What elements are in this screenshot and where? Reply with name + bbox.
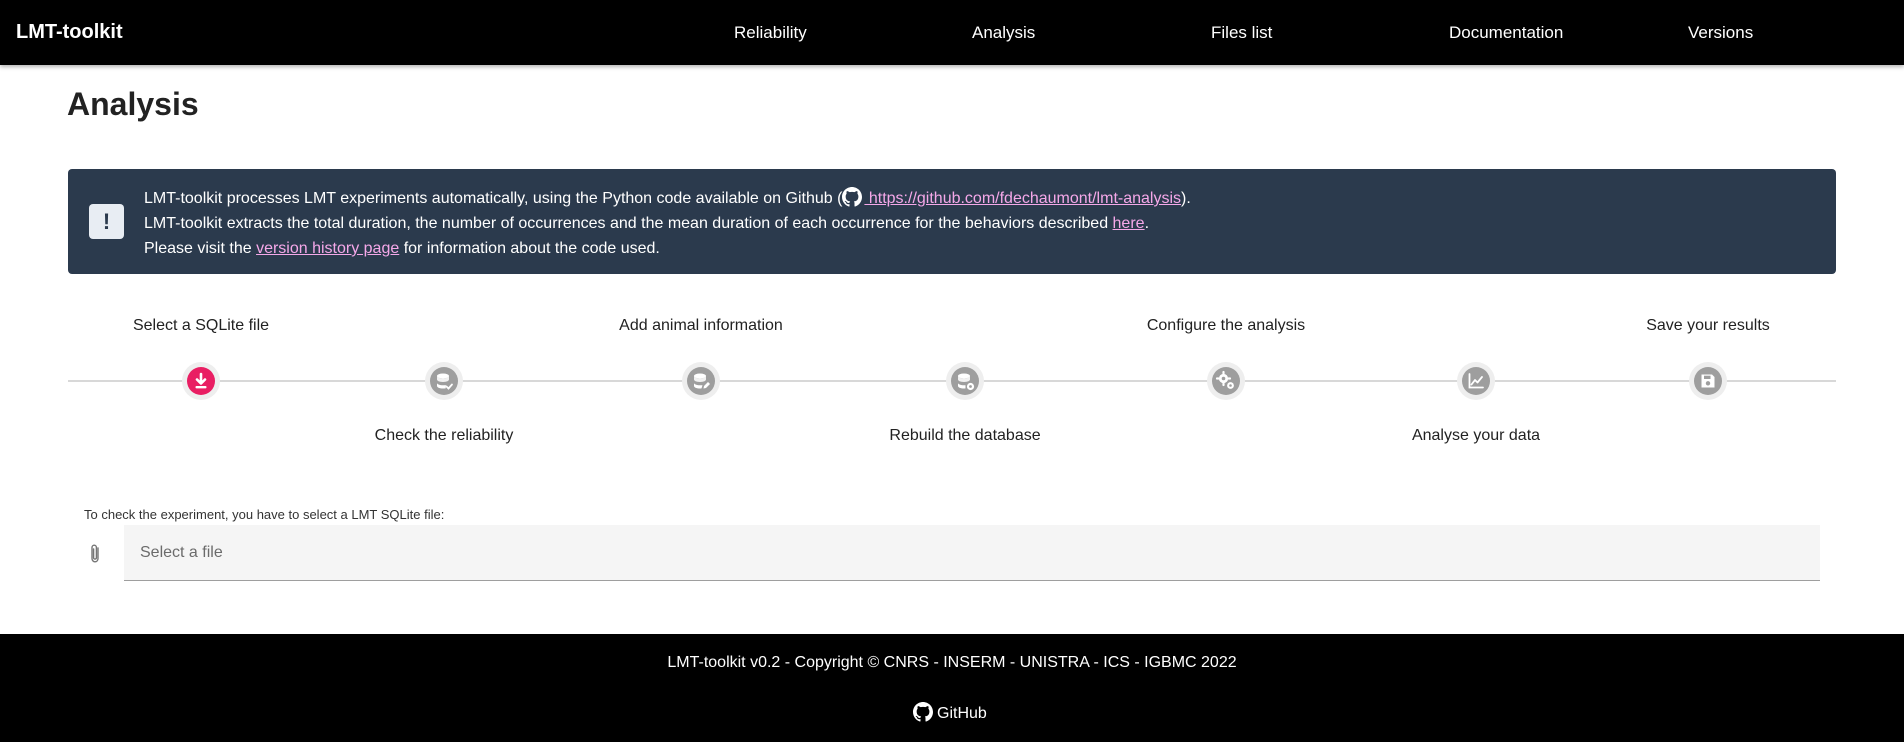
- step-check-reliability[interactable]: [425, 362, 463, 400]
- step-label-add-animal-info: Add animal information: [619, 317, 783, 334]
- nav-analysis[interactable]: Analysis: [972, 23, 1035, 43]
- step-label-analyse-data: Analyse your data: [1411, 427, 1541, 444]
- step-save-results[interactable]: [1689, 362, 1727, 400]
- nav-documentation[interactable]: Documentation: [1449, 23, 1563, 43]
- step-label-configure-analysis: Configure the analysis: [1146, 317, 1306, 334]
- step-rebuild-database[interactable]: [946, 362, 984, 400]
- database-edit-icon: [694, 373, 710, 389]
- step-label-save-results: Save your results: [1646, 317, 1770, 334]
- file-input-label: To check the experiment, you have to sel…: [84, 507, 445, 522]
- exclamation-icon: !: [89, 204, 124, 239]
- alert-line-1: LMT-toolkit processes LMT experiments au…: [144, 186, 1191, 211]
- database-cog-icon: [958, 373, 975, 391]
- alert-line-3: Please visit the version history page fo…: [144, 236, 1191, 261]
- file-select-input[interactable]: [124, 525, 1820, 581]
- alert-line-3-prefix: Please visit the: [144, 240, 257, 257]
- alert-line-2-prefix: LMT-toolkit extracts the total duration,…: [144, 215, 1113, 232]
- step-add-animal-info[interactable]: [682, 362, 720, 400]
- footer-github-link[interactable]: GitHub: [913, 702, 987, 723]
- database-check-icon: [437, 373, 453, 390]
- cogs-icon: [1215, 370, 1234, 389]
- step-select-file[interactable]: [182, 362, 220, 400]
- step-configure-analysis[interactable]: [1207, 362, 1245, 400]
- nav-files-list[interactable]: Files list: [1211, 23, 1272, 43]
- github-repo-link-text: https://github.com/fdechaumont/lmt-analy…: [864, 190, 1182, 207]
- alert-line-1-suffix: ).: [1181, 190, 1191, 207]
- top-navbar: LMT-toolkit Reliability Analysis Files l…: [0, 0, 1904, 65]
- alert-line-2-suffix: .: [1144, 215, 1150, 232]
- brand-logo[interactable]: LMT-toolkit: [16, 21, 123, 44]
- step-label-select-file: Select a SQLite file: [132, 317, 270, 334]
- step-label-rebuild-database: Rebuild the database: [889, 427, 1041, 444]
- behaviors-link[interactable]: here: [1113, 215, 1145, 232]
- chart-line-icon: [1468, 373, 1484, 389]
- alert-line-1-prefix: LMT-toolkit processes LMT experiments au…: [144, 190, 843, 207]
- step-label-check-reliability: Check the reliability: [374, 427, 514, 444]
- footer-github-label: GitHub: [937, 705, 987, 722]
- alert-line-2: LMT-toolkit extracts the total duration,…: [144, 211, 1191, 236]
- page-title: Analysis: [67, 86, 199, 122]
- paperclip-icon[interactable]: [86, 542, 104, 566]
- nav-versions[interactable]: Versions: [1688, 23, 1753, 43]
- version-history-link[interactable]: version history page: [256, 240, 399, 257]
- github-icon: [913, 702, 933, 722]
- github-icon: [842, 187, 863, 207]
- step-analyse-data[interactable]: [1457, 362, 1495, 400]
- alert-text: LMT-toolkit processes LMT experiments au…: [144, 186, 1191, 261]
- save-icon: [1701, 374, 1715, 388]
- download-icon: [195, 372, 207, 389]
- info-alert: ! LMT-toolkit processes LMT experiments …: [68, 169, 1836, 274]
- footer: LMT-toolkit v0.2 - Copyright © CNRS - IN…: [0, 634, 1904, 742]
- nav-reliability[interactable]: Reliability: [734, 23, 807, 43]
- footer-copyright: LMT-toolkit v0.2 - Copyright © CNRS - IN…: [667, 654, 1237, 671]
- github-repo-link[interactable]: https://github.com/fdechaumont/lmt-analy…: [842, 187, 1182, 207]
- alert-line-3-suffix: for information about the code used.: [399, 240, 660, 257]
